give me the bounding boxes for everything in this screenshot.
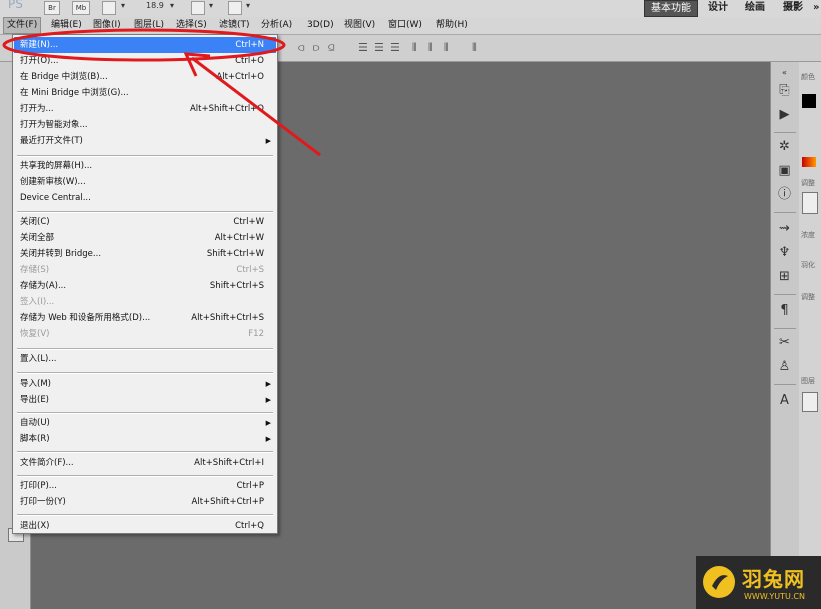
watermark-brand: 羽兔网 — [742, 567, 805, 591]
watermark: 羽兔网 WWW.YUTU.CN — [696, 556, 821, 609]
yutu-logo-icon — [703, 566, 735, 598]
annotation-ellipse — [2, 28, 286, 62]
annotation-arrow-shaft — [191, 56, 321, 157]
watermark-url: WWW.YUTU.CN — [744, 592, 805, 601]
annotation-overlay — [2, 28, 321, 157]
